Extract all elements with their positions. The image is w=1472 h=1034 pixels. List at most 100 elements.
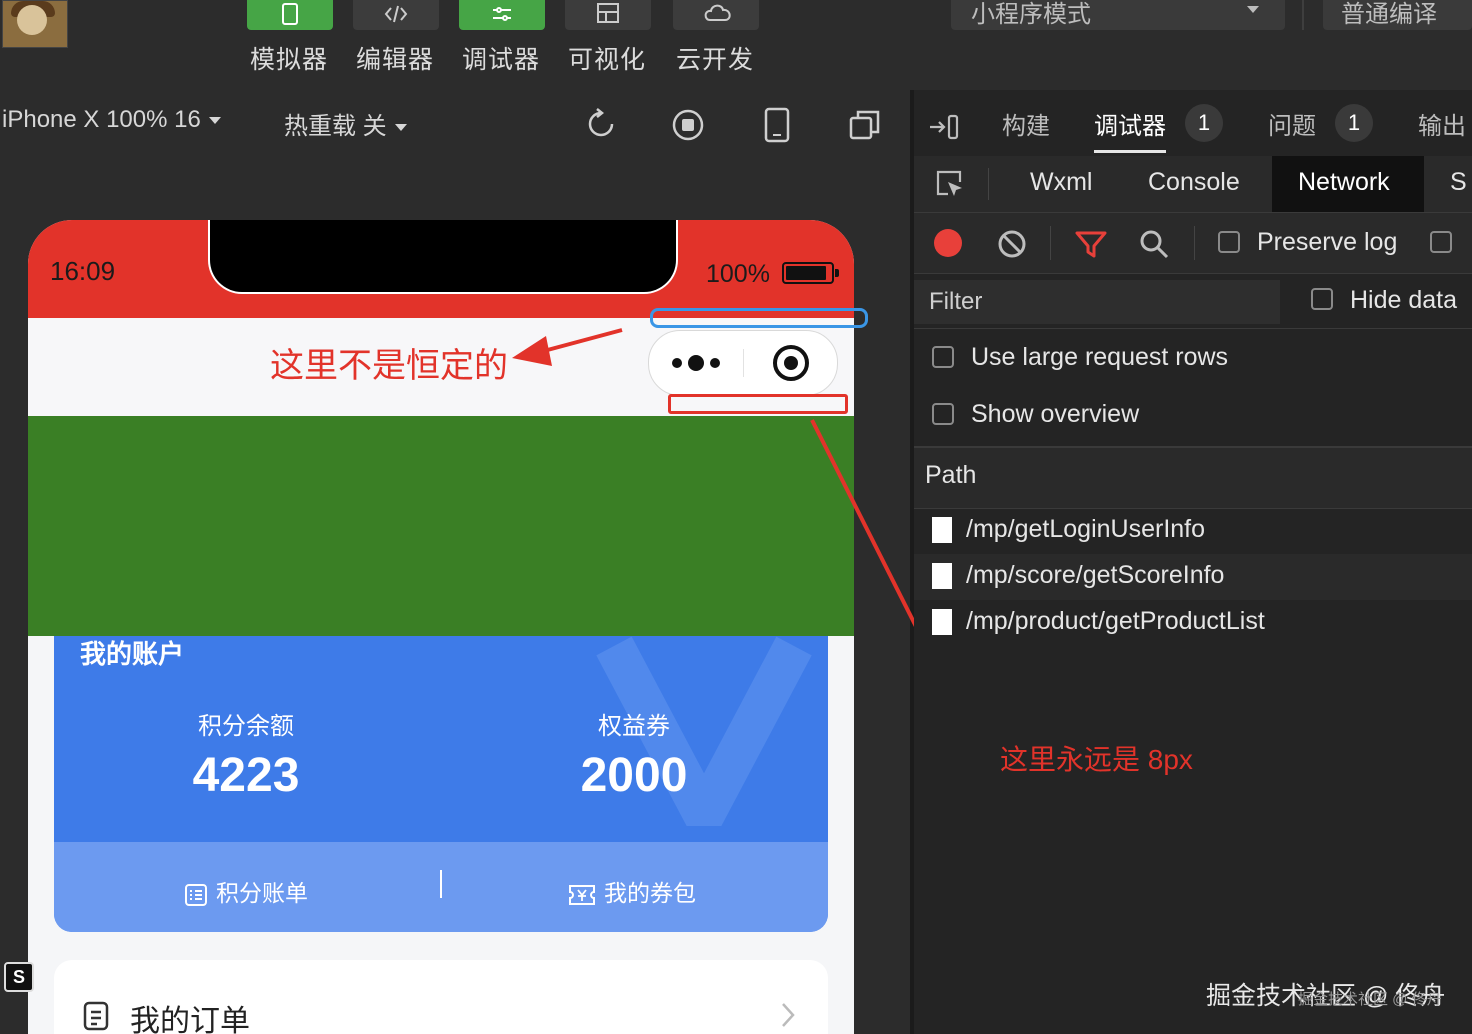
ticket-icon [569,884,595,905]
path-column-header[interactable]: Path [925,461,976,490]
tab-issues[interactable]: 问题 [1268,106,1316,141]
chevron-down-icon [208,117,221,125]
my-orders-row[interactable]: 我的订单 [54,960,828,1034]
tool-cloud[interactable]: 云开发 [670,0,760,80]
my-orders-title: 我的订单 [130,1005,250,1034]
annotation-red-box [668,394,848,414]
clear-icon[interactable] [996,228,1028,260]
simulator-icon [247,0,333,30]
close-miniprogram-icon[interactable] [771,343,811,383]
annotation-always-8px: 这里永远是 8px [1000,744,1193,775]
battery-percent: 100% [706,260,770,288]
subtab-divider [988,168,989,200]
coupons-label: 权益券 [598,713,670,740]
annotation-not-fixed: 这里不是恒定的 [270,347,508,385]
tool-visual[interactable]: 可视化 [562,0,652,80]
compile-select[interactable]: 普通编译 [1323,0,1472,30]
request-path: /mp/score/getScoreInfo [966,561,1225,589]
tab-debugger[interactable]: 调试器 [1094,106,1166,141]
user-avatar[interactable] [2,0,68,48]
filter-placeholder: Filter [929,288,983,315]
phone-icon[interactable] [762,106,792,144]
subtab-network[interactable]: Network [1298,168,1390,197]
hide-data-label: Hide data [1350,286,1458,314]
show-overview-checkbox[interactable] [932,403,954,425]
compile-select-value: 普通编译 [1341,1,1437,28]
document-icon [932,517,952,543]
show-overview-label: Show overview [971,400,1140,428]
coupon-wallet-label: 我的券包 [604,880,696,906]
subtab-sources[interactable]: S [1450,168,1467,197]
menu-capsule[interactable] [648,330,838,396]
hot-reload-select[interactable]: 热重载 关 [284,106,407,141]
inspect-element-icon[interactable] [934,168,966,200]
request-path: /mp/getLoginUserInfo [966,515,1206,543]
tool-editor[interactable]: 编辑器 [350,0,440,80]
tab-build[interactable]: 构建 [1002,106,1050,141]
preserve-log-checkbox[interactable] [1218,231,1240,253]
tab-active-indicator [1094,150,1166,153]
phone-notch [208,220,678,294]
coupons-value: 2000 [580,749,688,802]
subtab-wxml[interactable]: Wxml [1030,168,1092,197]
toolbar-divider [1302,0,1304,30]
tool-simulator[interactable]: 模拟器 [244,0,334,80]
mode-select-value: 小程序模式 [971,1,1091,28]
device-select-value: iPhone X 100% 16 [2,106,201,133]
large-rows-checkbox[interactable] [932,346,954,368]
tool-editor-label: 编辑器 [355,46,434,74]
hot-reload-value: 热重载 关 [284,113,387,140]
disable-cache-checkbox[interactable] [1430,231,1452,253]
order-icon [83,1001,109,1031]
tool-simulator-label: 模拟器 [249,46,328,74]
mode-select[interactable]: 小程序模式 [951,0,1285,30]
points-value: 4223 [192,749,300,802]
document-icon [932,609,952,635]
requests-table-header [914,446,1472,509]
coupon-wallet-link[interactable]: 我的券包 [568,874,696,908]
detach-window-icon[interactable] [848,108,882,142]
points-bill-label: 积分账单 [216,880,308,906]
battery-icon [782,262,839,284]
list-icon [185,883,207,906]
tool-debugger-label: 调试器 [461,46,540,74]
request-path: /mp/product/getProductList [966,607,1265,635]
debugger-icon [459,0,545,30]
annotation-blue-box [650,308,868,328]
app-logo-icon: S [4,962,34,992]
preserve-log-label: Preserve log [1257,228,1398,256]
device-select[interactable]: iPhone X 100% 16 [2,106,221,134]
code-icon [353,0,439,30]
account-card: 我的账户 积分余额 4223 权益券 2000 积分账单 我的券包 [54,636,828,932]
chevron-right-icon [782,1003,795,1027]
toolbar-divider [1050,226,1051,260]
large-rows-label: Use large request rows [971,343,1229,371]
refresh-icon[interactable] [584,107,618,141]
tool-visual-label: 可视化 [567,46,646,74]
status-time: 16:09 [50,256,116,286]
toolbar-divider [1194,226,1195,260]
watermark-text-small: 掘金技术社区 @ 佟舟 [1298,991,1442,1008]
record-button[interactable] [934,229,962,257]
search-icon[interactable] [1138,228,1170,260]
account-title: 我的账户 [80,639,185,669]
tab-output[interactable]: 输出 [1418,106,1466,141]
points-label: 积分余额 [198,713,294,740]
chevron-down-icon [394,124,407,132]
tool-cloud-label: 云开发 [675,46,754,74]
more-icon[interactable] [671,353,727,373]
filter-icon[interactable] [1074,228,1108,260]
hide-data-checkbox[interactable] [1311,288,1333,310]
subtab-console[interactable]: Console [1148,168,1240,197]
link-divider [440,870,442,898]
issues-badge: 1 [1335,104,1373,142]
cloud-icon [673,0,759,30]
points-bill-link[interactable]: 积分账单 [184,874,308,908]
top-toolbar: 模拟器 编辑器 调试器 可视化 云开发 小程序模式 普通编译 [0,0,1472,90]
debugger-badge: 1 [1185,104,1223,142]
tool-debugger[interactable]: 调试器 [456,0,546,80]
stop-icon[interactable] [670,107,706,143]
dock-icon[interactable] [928,112,960,142]
custom-header-block [28,416,854,636]
document-icon [932,563,952,589]
